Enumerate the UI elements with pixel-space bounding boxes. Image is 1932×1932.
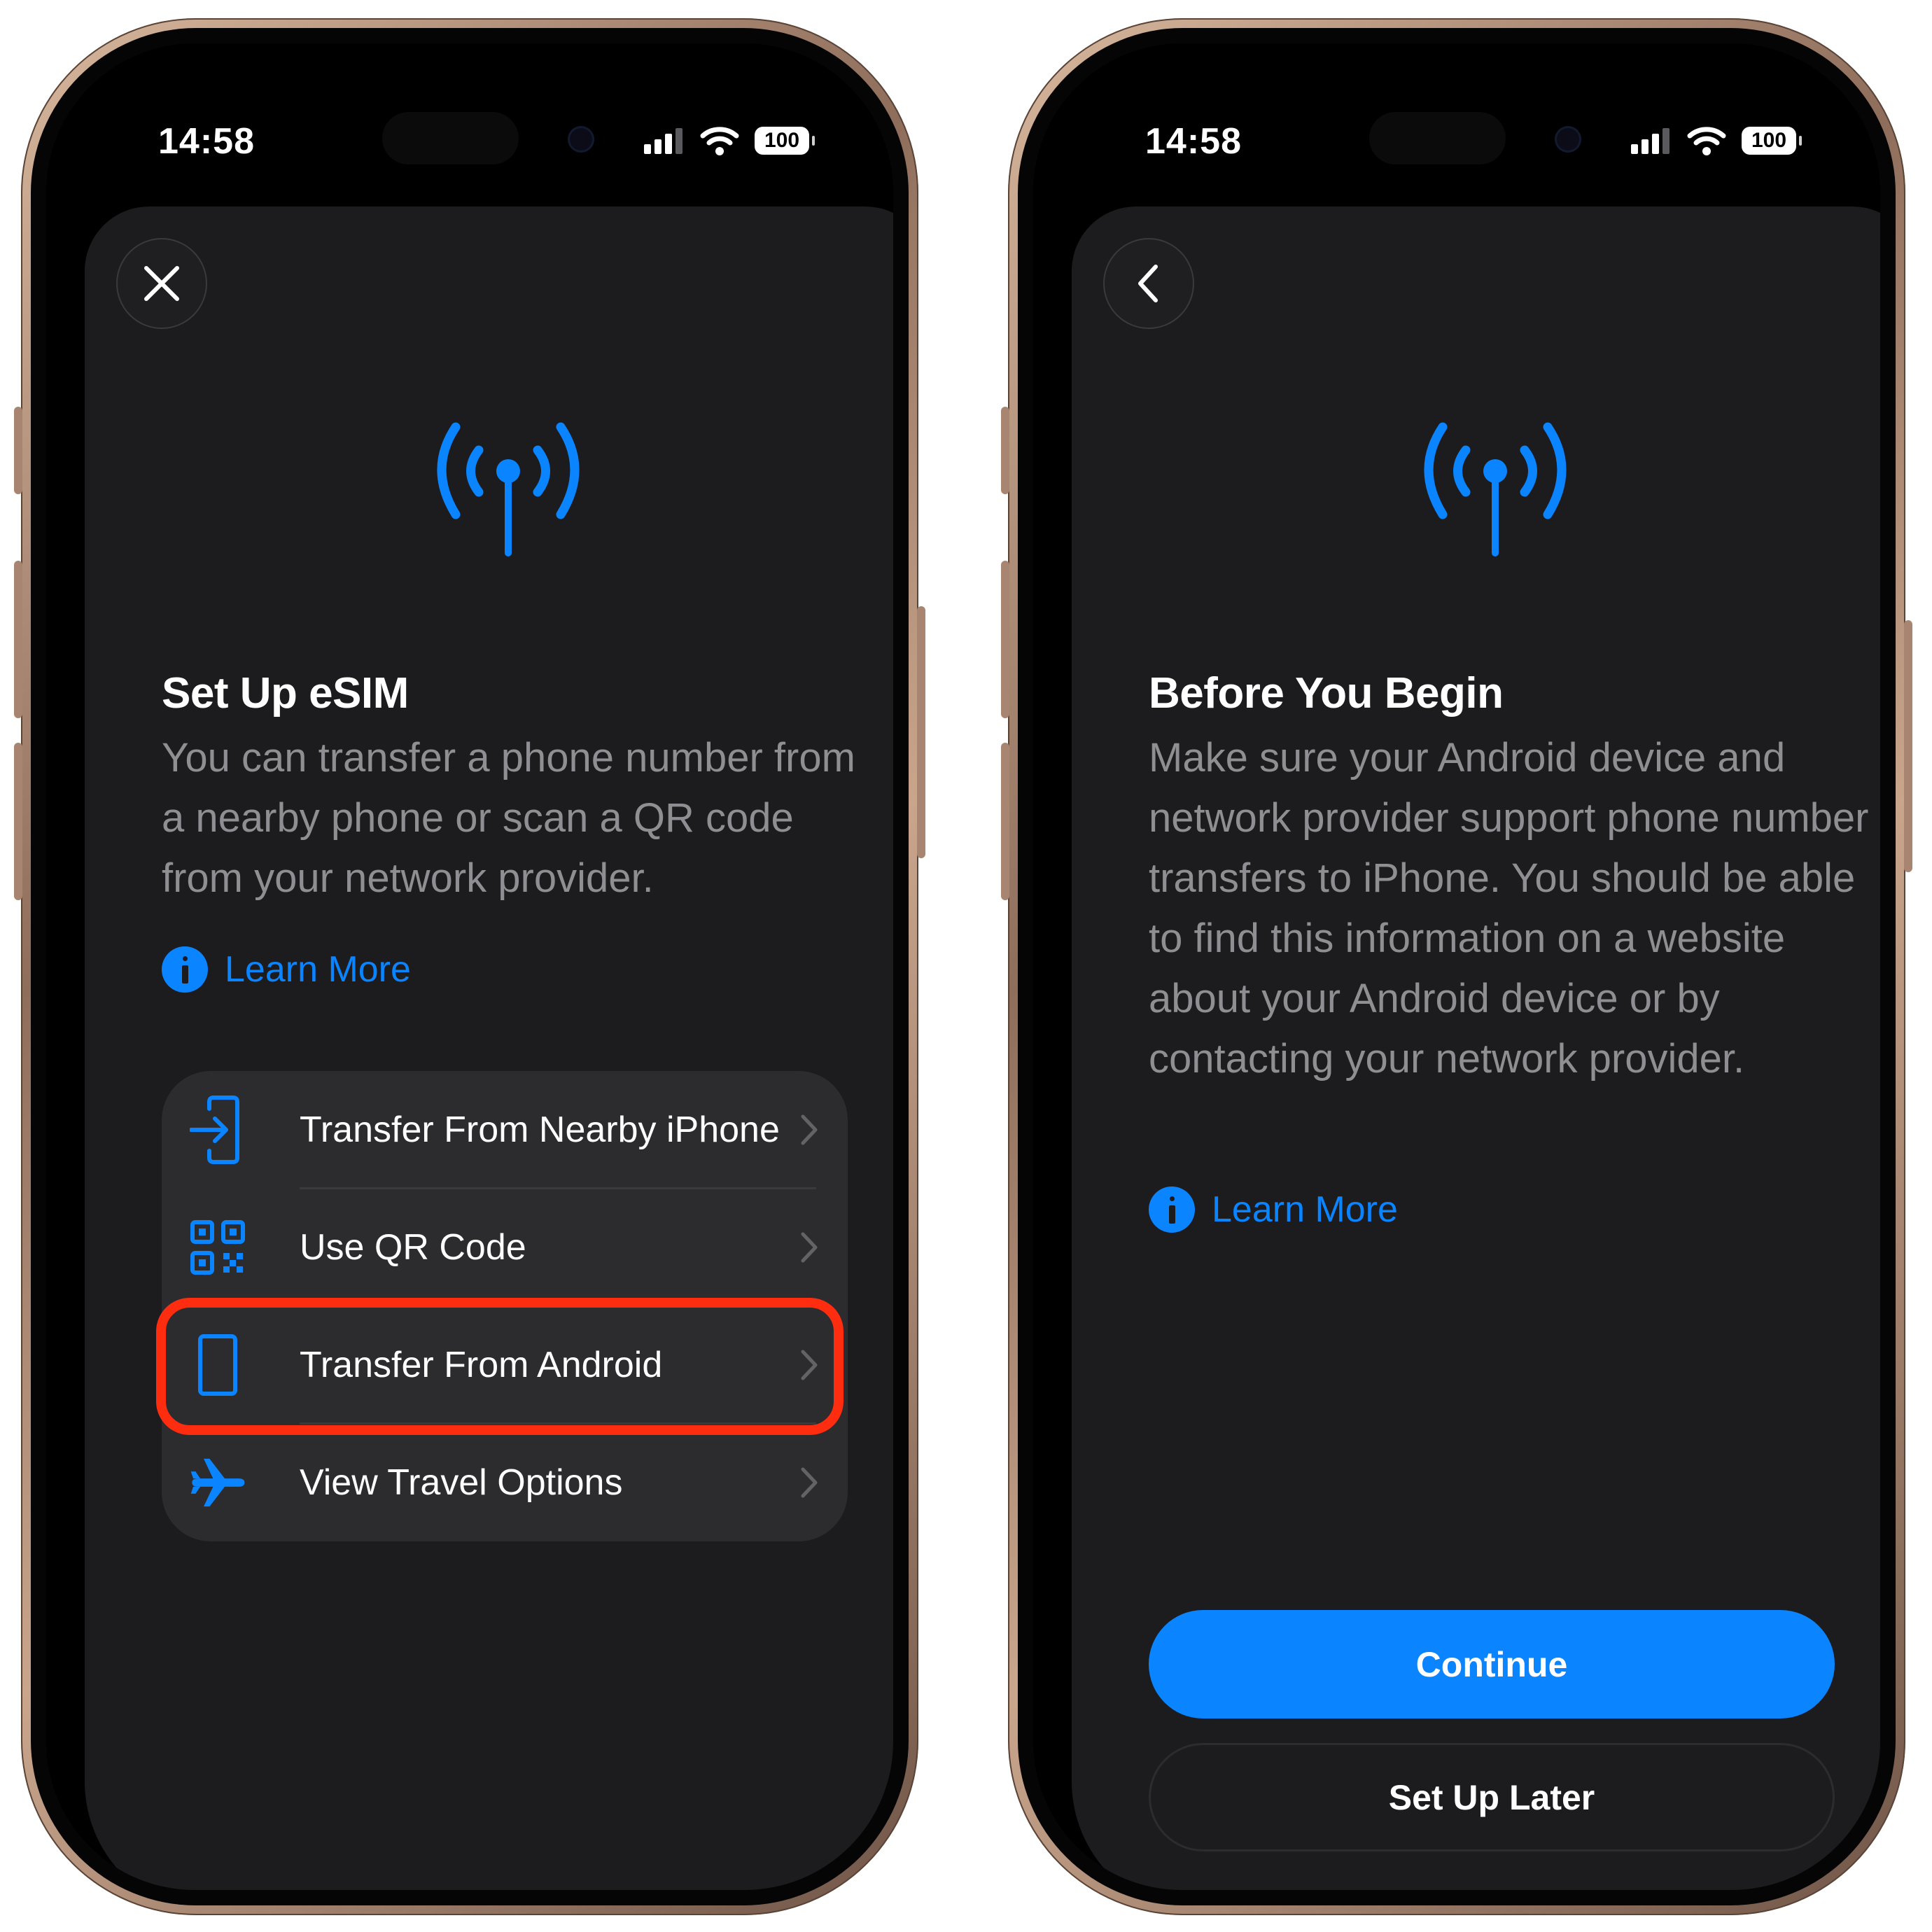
side-button	[1904, 620, 1912, 872]
page-title: Set Up eSIM	[162, 669, 409, 718]
chevron-right-icon	[801, 1467, 818, 1498]
learn-more-label: Learn More	[1212, 1189, 1398, 1230]
action-button	[1001, 407, 1009, 494]
highlight-annotation	[156, 1298, 844, 1435]
action-button	[14, 407, 22, 494]
info-icon	[1149, 1186, 1195, 1233]
page-title: Before You Begin	[1149, 669, 1504, 718]
chevron-left-icon	[1138, 265, 1158, 302]
wifi-icon	[700, 127, 739, 155]
front-camera	[568, 126, 594, 153]
transfer-in-icon	[190, 1095, 246, 1165]
set-up-later-button[interactable]: Set Up Later	[1149, 1743, 1835, 1851]
dynamic-island	[382, 112, 519, 164]
status-icons: 100	[644, 126, 815, 155]
status-time: 14:58	[158, 121, 255, 162]
wifi-icon	[1687, 127, 1726, 155]
option-label: Transfer From Nearby iPhone	[300, 1110, 780, 1150]
volume-up-button	[14, 561, 22, 718]
airplane-icon	[190, 1448, 246, 1518]
options-list: Transfer From Nearby iPhone Use QR Code …	[156, 1071, 848, 1541]
close-icon	[144, 266, 179, 301]
antenna-radiowaves-icon	[437, 422, 580, 556]
option-label: Use QR Code	[300, 1227, 526, 1268]
right-phone-frame: 14:58 100 Before You Begin Make sure you…	[1001, 18, 1912, 1915]
option-use-qr-code[interactable]: Use QR Code	[162, 1189, 848, 1306]
dynamic-island	[1369, 112, 1506, 164]
info-icon	[162, 946, 208, 993]
esim-setup-sheet: Set Up eSIM You can transfer a phone num…	[85, 206, 893, 1890]
option-transfer-from-nearby-iphone[interactable]: Transfer From Nearby iPhone	[162, 1071, 848, 1189]
right-screen: 14:58 100 Before You Begin Make sure you…	[1033, 43, 1880, 1890]
volume-up-button	[1001, 561, 1009, 718]
back-button[interactable]	[1103, 238, 1194, 329]
cellular-signal-icon	[644, 128, 682, 154]
before-you-begin-sheet: Before You Begin Make sure your Android …	[1072, 206, 1880, 1890]
bezel: 14:58 100	[31, 28, 909, 1905]
description-text: You can transfer a phone number from a n…	[162, 735, 855, 901]
qr-code-icon	[190, 1212, 246, 1282]
cellular-signal-icon	[1631, 128, 1670, 154]
learn-more-link[interactable]: Learn More	[162, 946, 411, 993]
learn-more-link[interactable]: Learn More	[1149, 1186, 1398, 1233]
battery-indicator: 100	[755, 127, 815, 155]
side-button	[917, 606, 925, 858]
left-screen: 14:58 100 Set Up eSIM You can transfer a…	[46, 43, 893, 1890]
bezel: 14:58 100	[1018, 28, 1896, 1905]
status-icons: 100	[1631, 126, 1802, 155]
option-view-travel-options[interactable]: View Travel Options	[162, 1424, 848, 1541]
status-time: 14:58	[1145, 121, 1242, 162]
option-label: View Travel Options	[300, 1462, 623, 1503]
chevron-right-icon	[801, 1232, 818, 1263]
continue-button[interactable]: Continue	[1149, 1610, 1835, 1718]
description-text: Make sure your Android device and networ…	[1149, 735, 1869, 1082]
front-camera	[1555, 126, 1581, 153]
close-button[interactable]	[116, 238, 207, 329]
battery-indicator: 100	[1742, 127, 1802, 155]
volume-down-button	[1001, 743, 1009, 900]
antenna-radiowaves-icon	[1424, 422, 1567, 556]
left-phone-frame: 14:58 100 Set Up eSIM You can transfer a…	[14, 18, 925, 1915]
chevron-right-icon	[801, 1114, 818, 1145]
learn-more-label: Learn More	[225, 949, 411, 990]
volume-down-button	[14, 743, 22, 900]
